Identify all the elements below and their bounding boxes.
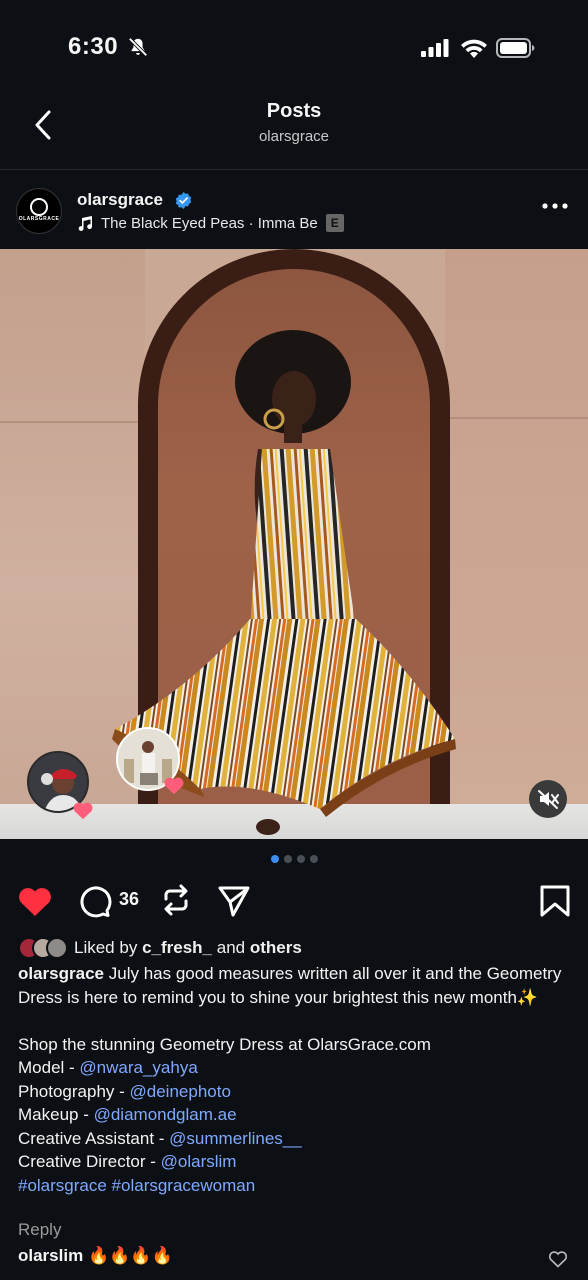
mute-button[interactable]	[529, 780, 567, 818]
liked-by-text: Liked by c_fresh_ and others	[74, 938, 302, 958]
reply-link[interactable]: Reply	[18, 1220, 61, 1240]
liked-by-and: and	[216, 938, 246, 957]
credit-handle[interactable]: @diamondglam.ae	[94, 1105, 237, 1124]
avatar-brand-text: OLARSGRACE	[18, 216, 60, 222]
battery-icon	[496, 38, 535, 58]
credit-label: Creative Director -	[18, 1152, 161, 1171]
credit-label: Creative Assistant -	[18, 1128, 170, 1148]
credit-handle[interactable]: @summerlines__	[169, 1129, 302, 1148]
bell-muted-icon	[128, 37, 148, 57]
wifi-icon	[461, 39, 487, 58]
verified-badge-icon	[175, 192, 192, 209]
carousel-dot	[270, 855, 279, 863]
share-send-icon[interactable]	[216, 882, 252, 918]
cellular-signal-icon	[421, 39, 449, 57]
page-title: Posts	[266, 100, 322, 122]
caption-hashtags[interactable]: #olarsgrace #olarsgracewoman	[18, 1174, 578, 1198]
top-header: Posts olarsgrace	[0, 90, 588, 170]
comment-icon[interactable]	[76, 883, 112, 919]
comment-username[interactable]: olarslim	[18, 1246, 83, 1265]
liked-by-row[interactable]: Liked by c_fresh_ and others	[18, 935, 302, 961]
credit-handle[interactable]: @deinephoto	[130, 1082, 231, 1101]
music-label: The Black Eyed Peas · Imma Be	[101, 214, 318, 232]
post-actions: 36	[0, 880, 588, 920]
top-comment: olarslim 🔥🔥🔥🔥	[18, 1246, 173, 1266]
more-options-icon[interactable]	[542, 202, 568, 210]
model-figure	[112, 330, 456, 835]
speaker-muted-icon	[538, 790, 559, 809]
liked-by-user[interactable]: c_fresh_	[142, 938, 212, 957]
status-time: 6:30	[68, 33, 119, 60]
comment-count[interactable]: 36	[119, 889, 139, 910]
caption-username[interactable]: olarsgrace	[18, 964, 104, 983]
credit-handle[interactable]: @nwara_yahya	[79, 1058, 197, 1077]
credit-label: Makeup -	[18, 1105, 94, 1124]
music-note-icon	[78, 216, 93, 231]
profile-avatar[interactable]: OLARSGRACE	[16, 188, 62, 234]
carousel-indicator	[0, 855, 588, 865]
explicit-badge: E	[325, 214, 344, 232]
credit-label: Model -	[18, 1058, 80, 1077]
heart-reaction-icon	[164, 777, 184, 795]
bookmark-icon[interactable]	[537, 883, 573, 919]
repost-icon[interactable]	[158, 882, 194, 918]
carousel-dot	[309, 855, 318, 863]
comment-text: 🔥🔥🔥🔥	[87, 1246, 173, 1265]
status-bar: 6:30	[0, 0, 588, 90]
post-image[interactable]	[0, 249, 588, 839]
caption-shop-line: Shop the stunning Geometry Dress at Olar…	[18, 1034, 431, 1054]
post-header: OLARSGRACE olarsgrace The Black Eyed Pea…	[0, 172, 588, 248]
carousel-dot	[283, 855, 292, 863]
post-caption: olarsgrace July has good measures writte…	[18, 962, 578, 1197]
brand-logo-icon	[30, 198, 48, 216]
liker-avatar	[46, 937, 68, 959]
heart-reaction-icon	[73, 802, 93, 820]
post-username[interactable]: olarsgrace	[77, 190, 163, 210]
page-subtitle: olarsgrace	[258, 128, 330, 145]
credit-label: Photography -	[18, 1081, 130, 1101]
liked-by-others[interactable]: others	[250, 938, 302, 957]
carousel-dot	[296, 855, 305, 863]
liked-by-prefix: Liked by	[74, 938, 138, 957]
comment-like-icon[interactable]	[548, 1250, 568, 1268]
like-heart-icon[interactable]	[17, 883, 53, 919]
credit-handle[interactable]: @olarslim	[161, 1152, 237, 1171]
music-track[interactable]: The Black Eyed Peas · Imma Be E	[77, 214, 344, 232]
